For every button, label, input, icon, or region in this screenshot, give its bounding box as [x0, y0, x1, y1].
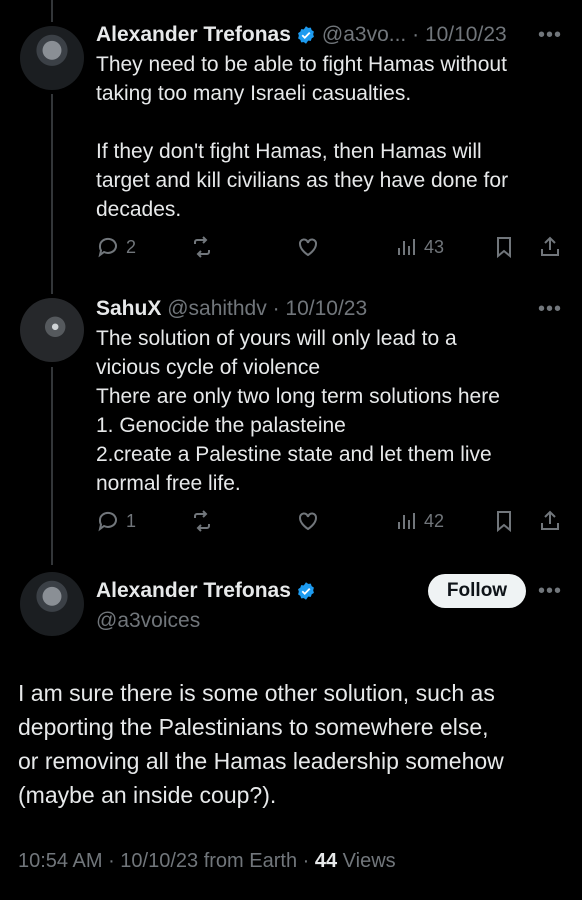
thread-line — [51, 367, 53, 565]
tweet: SahuX @sahithdv · 10/10/23 ••• The solut… — [96, 294, 562, 498]
retweet-icon — [194, 510, 210, 532]
share-button[interactable] — [538, 509, 562, 533]
bookmark-button[interactable] — [492, 509, 516, 533]
analytics-icon — [398, 239, 415, 255]
avatar[interactable] — [20, 298, 84, 362]
tweet-actions: 1 42 — [96, 506, 562, 536]
tweet-line: The solution of yours will only lead to … — [96, 327, 457, 350]
tweet-date[interactable]: 10/10/23 — [120, 850, 198, 872]
reply-icon — [98, 237, 117, 258]
view-count: 42 — [424, 510, 445, 531]
tweet-line: taking too many Israeli casualties. — [96, 82, 412, 105]
views-label: Views — [342, 850, 396, 872]
views-button[interactable]: 43 — [394, 235, 444, 259]
main-tweet-text: I am sure there is some other solution, … — [18, 676, 558, 812]
tweet-line: If they don't fight Hamas, then Hamas wi… — [96, 140, 482, 163]
author-handle[interactable]: @sahithdv — [167, 297, 267, 321]
tweet-line: There are only two long term solutions h… — [96, 385, 500, 408]
heart-icon — [299, 512, 317, 531]
reply-icon — [98, 511, 117, 532]
bookmark-icon — [497, 511, 511, 533]
main-tweet-header: Alexander Trefonas @a3voices — [96, 576, 432, 636]
tweet-line: 1. Genocide the palasteine — [96, 414, 346, 437]
follow-button[interactable]: Follow — [428, 574, 526, 608]
tweet-line: 2.create a Palestine state and let them … — [96, 443, 492, 466]
analytics-icon — [398, 513, 415, 529]
author-name[interactable]: Alexander Trefonas — [96, 23, 291, 47]
tweet-date[interactable]: 10/10/23 — [425, 23, 507, 47]
tweet-line: deporting the Palestinians to somewhere … — [18, 714, 489, 740]
reply-count: 2 — [126, 236, 137, 257]
views-count: 44 — [314, 850, 338, 872]
tweet-line: I am sure there is some other solution, … — [18, 680, 495, 706]
tweet-line: vicious cycle of violence — [96, 356, 321, 379]
share-button[interactable] — [538, 235, 562, 259]
more-icon[interactable]: ••• — [538, 24, 562, 47]
thread-line — [51, 0, 53, 22]
views-button[interactable]: 42 — [394, 509, 444, 533]
avatar[interactable] — [20, 572, 84, 636]
retweet-button[interactable] — [190, 509, 214, 533]
bookmark-button[interactable] — [492, 235, 516, 259]
reply-count: 1 — [126, 510, 137, 531]
share-icon — [541, 510, 559, 530]
tweet-line: decades. — [96, 198, 182, 221]
author-name[interactable]: Alexander Trefonas — [96, 579, 291, 603]
reply-button[interactable]: 1 — [96, 509, 136, 533]
like-button[interactable] — [296, 235, 320, 259]
retweet-icon — [194, 236, 210, 258]
view-count: 43 — [424, 236, 445, 257]
thread-line — [51, 94, 53, 294]
verified-badge-icon — [297, 582, 314, 600]
more-icon[interactable]: ••• — [538, 580, 562, 603]
author-handle[interactable]: @a3voices — [96, 606, 432, 636]
tweet-source: from Earth — [203, 850, 298, 872]
retweet-button[interactable] — [190, 235, 214, 259]
tweet-actions: 2 43 — [96, 232, 562, 262]
share-icon — [541, 236, 559, 256]
tweet-line: or removing all the Hamas leadership som… — [18, 748, 504, 774]
tweet-line: (maybe an inside coup?). — [18, 782, 277, 808]
author-name[interactable]: SahuX — [96, 297, 161, 321]
tweet-time[interactable]: 10:54 AM — [18, 850, 103, 872]
tweet-line: normal free life. — [96, 472, 241, 495]
like-button[interactable] — [296, 509, 320, 533]
heart-icon — [299, 238, 317, 257]
tweet-line: They need to be able to fight Hamas with… — [96, 53, 507, 76]
tweet-footer: 10:54 AM · 10/10/23 from Earth · 44 View… — [18, 850, 396, 872]
tweet-text: The solution of yours will only lead to … — [96, 324, 562, 498]
verified-badge-icon — [297, 26, 314, 44]
bookmark-icon — [497, 237, 511, 259]
tweet-line: target and kill civilians as they have d… — [96, 169, 509, 192]
reply-button[interactable]: 2 — [96, 235, 136, 259]
avatar[interactable] — [20, 26, 84, 90]
tweet: Alexander Trefonas @a3vo... · 10/10/23 •… — [96, 20, 562, 224]
tweet-text: They need to be able to fight Hamas with… — [96, 50, 562, 224]
author-handle[interactable]: @a3vo... — [322, 23, 406, 47]
tweet-date[interactable]: 10/10/23 — [285, 297, 367, 321]
more-icon[interactable]: ••• — [538, 298, 562, 321]
